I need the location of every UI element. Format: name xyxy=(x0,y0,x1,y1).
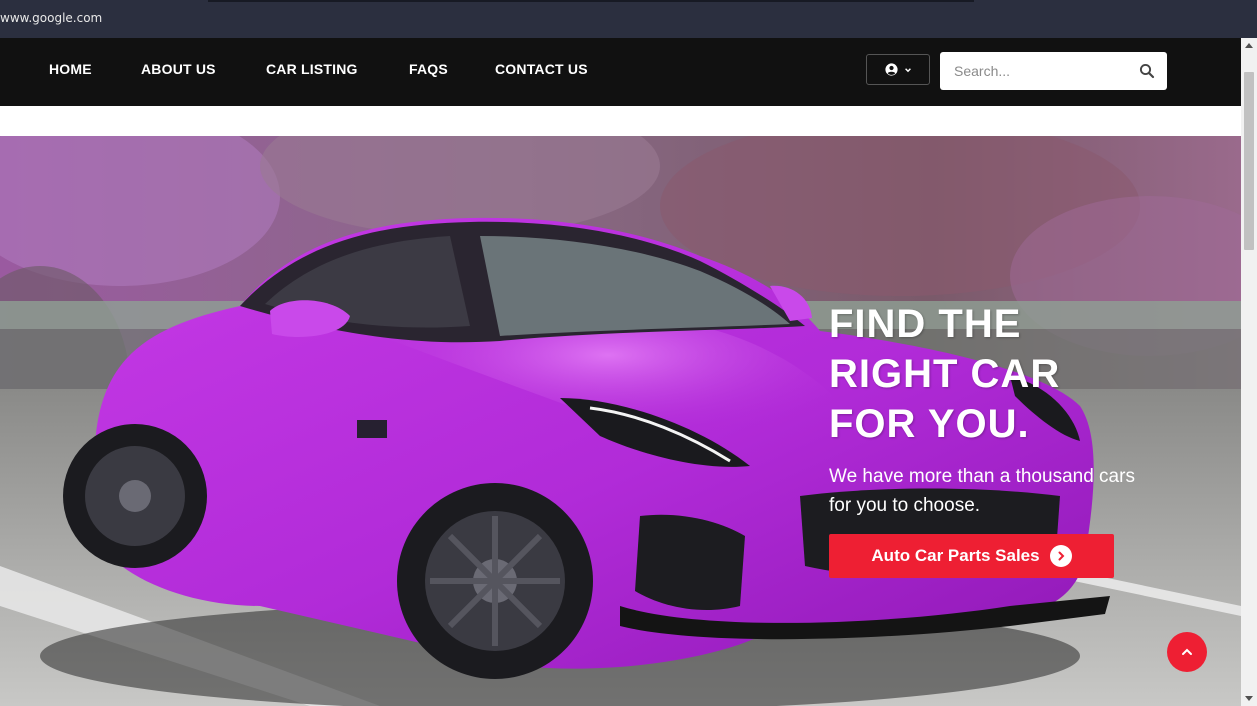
search-box xyxy=(940,52,1167,90)
browser-status-bar: www.google.com xyxy=(0,0,1257,38)
hero-banner: FIND THE RIGHT CAR FOR YOU. We have more… xyxy=(0,136,1241,706)
scroll-to-top-button[interactable] xyxy=(1167,632,1207,672)
user-circle-icon xyxy=(884,63,898,76)
user-menu-button[interactable] xyxy=(866,54,930,85)
scroll-down-arrow-icon[interactable] xyxy=(1245,696,1253,702)
main-navbar: HOME ABOUT US CAR LISTING FAQS CONTACT U… xyxy=(0,38,1241,106)
search-input[interactable] xyxy=(940,52,1130,90)
hero-text-block: FIND THE RIGHT CAR FOR YOU. We have more… xyxy=(829,299,1169,520)
chevron-right-circle-icon xyxy=(1049,545,1072,567)
header-spacer xyxy=(0,106,1241,136)
browser-url-label: www.google.com xyxy=(0,11,103,25)
hero-title-line: FOR YOU. xyxy=(829,402,1030,446)
cta-button[interactable]: Auto Car Parts Sales xyxy=(829,534,1114,578)
hero-subtitle: We have more than a thousand cars for yo… xyxy=(829,466,1135,516)
scroll-up-arrow-icon[interactable] xyxy=(1245,42,1253,48)
browser-progress-line xyxy=(208,0,974,2)
search-icon[interactable] xyxy=(1139,63,1155,79)
nav-about-us[interactable]: ABOUT US xyxy=(141,61,216,77)
nav-car-listing[interactable]: CAR LISTING xyxy=(266,61,358,77)
chevron-down-icon xyxy=(904,67,911,72)
nav-faqs[interactable]: FAQS xyxy=(409,61,448,77)
nav-contact-us[interactable]: CONTACT US xyxy=(495,61,588,77)
nav-home[interactable]: HOME xyxy=(49,61,92,77)
hero-title-line: RIGHT CAR xyxy=(829,352,1061,396)
cta-button-label: Auto Car Parts Sales xyxy=(871,546,1040,565)
hero-title: FIND THE RIGHT CAR FOR YOU. xyxy=(829,299,1169,449)
hero-title-line: FIND THE xyxy=(829,302,1022,346)
scrollbar-thumb[interactable] xyxy=(1244,72,1254,250)
page-scrollbar[interactable] xyxy=(1241,38,1257,706)
chevron-up-icon xyxy=(1182,648,1192,655)
